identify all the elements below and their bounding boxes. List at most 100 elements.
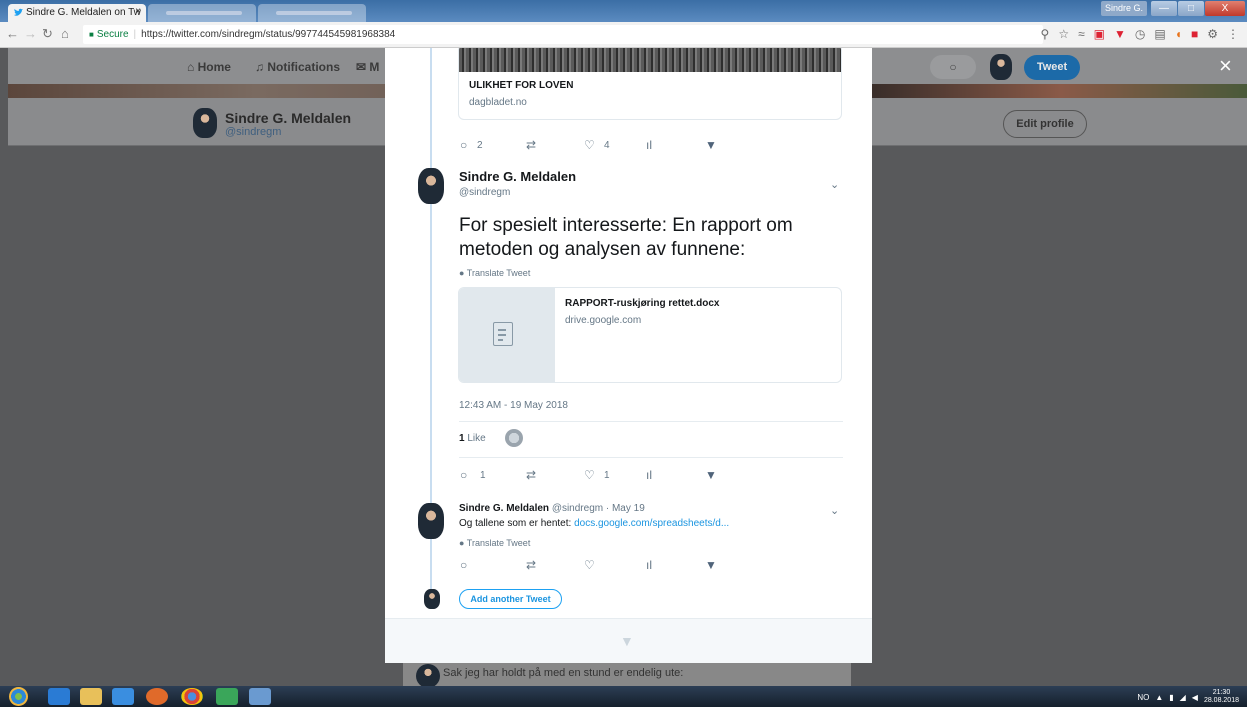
chevron-down-icon[interactable]: ⌄ (830, 178, 839, 191)
clock[interactable]: 21:30 28.08.2018 (1204, 689, 1239, 705)
profile-handle[interactable]: @sindregm (225, 126, 281, 138)
globe-icon: ● (459, 268, 465, 278)
twitter-bird-icon: ▼ (620, 633, 634, 649)
nav-avatar[interactable] (990, 54, 1012, 80)
search-icon[interactable]: ○ (930, 55, 976, 79)
minimize-button[interactable]: — (1151, 1, 1177, 16)
pocket-icon[interactable]: ▼ (705, 468, 717, 482)
profile-name[interactable]: Sindre G. Meldalen (225, 110, 351, 126)
doc-card-title: RAPPORT-ruskjøring rettet.docx (565, 298, 720, 309)
spreadsheet-app-icon[interactable] (216, 688, 238, 705)
card-title: ULIKHET FOR LOVEN (469, 80, 574, 91)
notepad-icon[interactable] (249, 688, 271, 705)
like-icon[interactable]: ♡ (584, 558, 595, 572)
chevron-down-icon[interactable]: ⌄ (830, 504, 839, 517)
likes-summary-count: 1 (459, 433, 465, 444)
bookmark-star-icon[interactable]: ☆ (1058, 27, 1069, 41)
flag-icon[interactable]: ▮ (1169, 693, 1173, 702)
address-bar[interactable]: ■ Secure | https://twitter.com/sindregm/sta… (83, 25, 1043, 44)
pocket-icon[interactable]: ▼ (705, 558, 717, 572)
profile-avatar[interactable] (193, 108, 217, 138)
secure-label: Secure (96, 29, 129, 40)
nav-notifications[interactable]: ♫ Notifications (255, 60, 340, 74)
tray-expand-icon[interactable]: ▲ (1155, 693, 1163, 702)
edit-profile-button[interactable]: Edit profile (1003, 110, 1087, 138)
analytics-icon[interactable]: ıl (646, 138, 652, 152)
home-nav-icon: ⌂ (187, 60, 195, 74)
retweet-icon[interactable]: ⇄ (526, 138, 536, 152)
firefox-icon[interactable] (146, 688, 168, 705)
pocket-icon[interactable]: ▼ (705, 138, 717, 152)
nav-messages-label: M (369, 60, 380, 74)
maximize-button[interactable]: □ (1178, 1, 1204, 16)
retweet-icon[interactable]: ⇄ (526, 468, 536, 482)
main-tweet-author-handle[interactable]: @sindregm (459, 187, 510, 198)
tweet-button[interactable]: Tweet (1024, 55, 1080, 80)
start-button[interactable] (9, 687, 28, 706)
reply-tweet-meta[interactable]: @sindregm · May 19 (552, 503, 645, 514)
main-tweet-avatar[interactable] (418, 168, 444, 204)
internet-explorer-icon[interactable] (48, 688, 70, 705)
tab-close-icon[interactable]: × (135, 6, 141, 17)
like-icon[interactable]: ♡ (584, 468, 595, 482)
pocket-extension-icon[interactable]: ▼ (1114, 27, 1126, 41)
close-modal-icon[interactable]: × (1219, 53, 1232, 79)
nav-messages[interactable]: ✉ M (356, 60, 379, 74)
card-image (459, 48, 841, 72)
nav-home[interactable]: ⌂ Home (187, 60, 231, 74)
liker-avatar[interactable] (505, 429, 523, 447)
globe-icon: ● (459, 538, 465, 548)
reply-icon[interactable]: ○ (460, 468, 467, 482)
translate-tweet-link[interactable]: ● Translate Tweet (459, 538, 530, 548)
extension-red-t-icon[interactable]: ■ (1191, 27, 1198, 41)
tweet-timestamp[interactable]: 12:43 AM - 19 May 2018 (459, 400, 568, 411)
network-icon[interactable]: ◢ (1180, 693, 1186, 702)
forward-arrow-icon[interactable]: → (24, 26, 37, 41)
volume-icon[interactable]: ◀ (1192, 693, 1198, 702)
extension-orange-icon[interactable]: ◖ (1175, 27, 1182, 41)
main-tweet-author-name[interactable]: Sindre G. Meldalen (459, 169, 576, 184)
divider (459, 457, 843, 458)
timer-extension-icon[interactable]: ◷ (1135, 27, 1145, 41)
reply-tweet-avatar[interactable] (418, 503, 444, 539)
extension-t-icon[interactable]: ▣ (1094, 27, 1105, 41)
url-text: https://twitter.com/sindregm/status/9977… (141, 29, 396, 40)
tab-google-docs[interactable] (148, 4, 256, 22)
spreadsheet-link[interactable]: docs.google.com/spreadsheets/d... (574, 518, 729, 529)
document-link-card[interactable]: RAPPORT-ruskjøring rettet.docx drive.goo… (458, 287, 842, 383)
reply-tweet-actions: ○ ⇄ ♡ ıl ▼ (460, 558, 760, 576)
reload-icon[interactable]: ↻ (42, 26, 53, 42)
back-arrow-icon[interactable]: ← (6, 26, 19, 41)
twitter-bird-icon (14, 8, 23, 16)
reply-icon[interactable]: ○ (460, 138, 467, 152)
analytics-icon[interactable]: ıl (646, 468, 652, 482)
add-another-tweet-button[interactable]: Add another Tweet (459, 589, 562, 609)
compose-avatar (424, 589, 440, 609)
reply-count: 1 (480, 470, 486, 481)
tab-twitter[interactable]: Sindre G. Meldalen on Tw × (8, 4, 146, 22)
extension-icon[interactable]: ≈ (1078, 27, 1085, 41)
file-explorer-icon[interactable] (80, 688, 102, 705)
language-indicator[interactable]: NO (1137, 693, 1149, 702)
chrome-icon[interactable] (181, 688, 203, 705)
profile-user-button[interactable]: Sindre G. (1100, 1, 1147, 16)
nav-notifications-label: Notifications (267, 60, 341, 74)
reply-count: 2 (477, 140, 483, 151)
window-close-button[interactable]: X (1205, 1, 1245, 16)
zoom-icon[interactable]: ⚲ (1041, 27, 1050, 41)
analytics-icon[interactable]: ıl (646, 558, 652, 572)
reply-tweet-author-name[interactable]: Sindre G. Meldalen (459, 503, 549, 514)
extension-settings-icon[interactable]: ⚙ (1207, 27, 1218, 41)
home-icon[interactable]: ⌂ (61, 26, 69, 41)
previous-tweet-link-card[interactable]: ULIKHET FOR LOVEN dagbladet.no (458, 48, 842, 120)
tab-third[interactable] (258, 4, 366, 22)
retweet-icon[interactable]: ⇄ (526, 558, 536, 572)
browser-toolbar: ← → ↻ ⌂ ■ Secure | https://twitter.com/sind… (0, 22, 1247, 48)
like-icon[interactable]: ♡ (584, 138, 595, 152)
chrome-menu-icon[interactable]: ⋮ (1227, 27, 1239, 41)
media-player-icon[interactable] (112, 688, 134, 705)
reply-icon[interactable]: ○ (460, 558, 467, 572)
clipboard-extension-icon[interactable]: ▤ (1154, 27, 1165, 41)
likes-summary[interactable]: 1 Like (459, 433, 486, 444)
translate-tweet-link[interactable]: ● Translate Tweet (459, 268, 530, 278)
